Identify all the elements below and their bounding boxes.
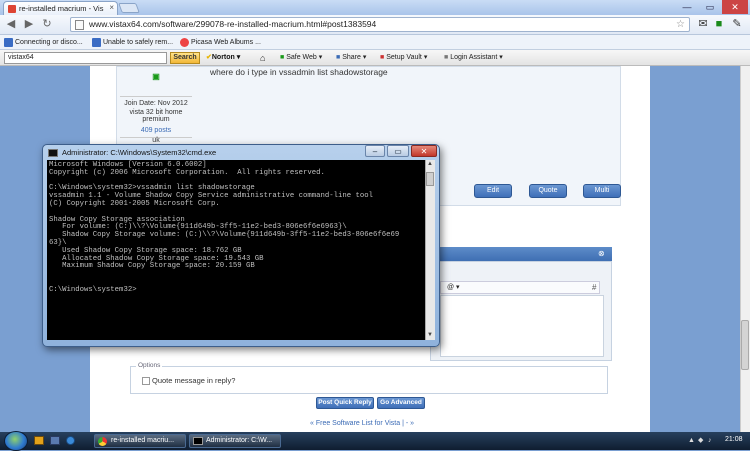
page-scrollbar[interactable] [740, 66, 750, 433]
home-icon[interactable]: ⌂ [260, 52, 265, 64]
page-icon [75, 20, 84, 30]
new-tab-button[interactable] [118, 3, 140, 13]
editor-toolbar: @ ▾ [440, 281, 600, 294]
cmd-scrollbar[interactable] [425, 160, 435, 340]
cmd-scroll-down-icon[interactable]: ▼ [427, 332, 433, 338]
norton-search-button[interactable]: Search [170, 52, 200, 64]
safe-web-button[interactable]: ■ Safe Web ▾ [280, 52, 322, 64]
cmd-maximize-button[interactable]: ▭ [387, 145, 409, 157]
cmd-line: Shadow Copy Storage volume: (C:)\\?\Volu… [49, 231, 400, 240]
extension-icon-2[interactable]: ■ [712, 17, 726, 31]
tray-volume-icon[interactable]: ♪ [708, 437, 716, 445]
cmd-output: Microsoft Windows [Version 6.0.6002] Copy… [47, 160, 425, 297]
picasa-icon [180, 37, 189, 47]
bookmark-item[interactable]: Unable to safely rem... [92, 37, 173, 48]
norton-brand-button[interactable]: ✔Norton ▾ [206, 52, 240, 64]
online-status-icon: ▣ [152, 72, 160, 81]
smilie-icon[interactable]: @ ▾ [447, 284, 460, 291]
user-os: vista 32 bit home premium [129, 109, 183, 123]
start-button[interactable] [4, 431, 28, 451]
bookmark-item[interactable]: Connecting or disco... [4, 37, 83, 48]
quote-button[interactable]: Quote [529, 184, 567, 198]
tab-close-icon[interactable]: × [109, 3, 114, 12]
taskbar-item-chrome[interactable]: re-installed macriu... [94, 434, 186, 448]
editor-expand-icon[interactable]: # [592, 283, 596, 292]
go-advanced-button[interactable]: Go Advanced [377, 397, 425, 409]
cmd-line: Copyright (c) 2006 Microsoft Corporation… [49, 168, 325, 177]
minimize-button[interactable]: — [676, 0, 698, 14]
forward-icon[interactable]: ▶ [22, 17, 36, 31]
tab-favicon-icon [8, 5, 16, 14]
cmd-line [49, 271, 423, 279]
bookmark-favicon-icon [4, 37, 13, 47]
wrench-menu-icon[interactable]: ✎ [730, 17, 744, 31]
cmd-taskbar-icon [193, 437, 203, 445]
show-desktop-icon[interactable] [50, 436, 60, 445]
tray-security-icon[interactable]: ◆ [698, 437, 706, 445]
post-count-link[interactable]: 409 posts [118, 127, 194, 134]
bookmark-item[interactable]: Picasa Web Albums ... [180, 37, 261, 48]
setup-vault-button[interactable]: ■ Setup Vault ▾ [380, 52, 427, 64]
post-message: where do i type in vssadmin list shadows… [210, 67, 388, 77]
reload-icon[interactable]: ↻ [40, 17, 54, 31]
tab-title: re-installed macrium - Vis [19, 4, 104, 13]
edit-button[interactable]: Edit [474, 184, 512, 198]
cmd-scroll-up-icon[interactable]: ▲ [427, 161, 433, 167]
maximize-button[interactable]: ▭ [699, 0, 721, 14]
share-button[interactable]: ■ Share ▾ [336, 52, 366, 64]
post-quick-reply-button[interactable]: Post Quick Reply [316, 397, 374, 409]
user-location: uk [152, 137, 160, 144]
thread-nav-link[interactable]: « Free Software List for Vista | - » [310, 420, 414, 427]
close-window-button[interactable]: ✕ [722, 0, 748, 14]
cmd-line: C:\Windows\system32> [49, 285, 137, 294]
extension-icon[interactable]: ✉ [696, 17, 710, 31]
multi-quote-button[interactable]: Multi [583, 184, 621, 198]
chrome-icon [98, 437, 107, 446]
ie-icon[interactable] [66, 436, 75, 445]
url-text: www.vistax64.com/software/299078-re-inst… [89, 19, 377, 29]
cmd-scrollbar-thumb[interactable] [426, 172, 434, 186]
back-icon[interactable]: ◀ [4, 17, 18, 31]
quote-message-label: Quote message in reply? [152, 376, 236, 385]
taskbar-clock: 21:08 [725, 436, 743, 443]
divider [120, 96, 192, 97]
page-scrollbar-thumb[interactable] [741, 320, 749, 370]
cmd-minimize-button[interactable]: – [365, 145, 385, 157]
quick-reply-header [430, 247, 612, 261]
collapse-icon[interactable]: ⊗ [598, 249, 605, 258]
cmd-icon [48, 149, 58, 157]
cmd-window-title: Administrator: C:\Windows\System32\cmd.e… [62, 148, 217, 157]
cmd-line: (C) Copyright 2001-2005 Microsoft Corp. [49, 199, 220, 208]
quote-message-checkbox[interactable] [142, 377, 150, 385]
browser-tab[interactable]: re-installed macrium - Vis × [3, 1, 118, 15]
folder-icon[interactable] [34, 436, 44, 445]
bookmark-favicon-icon [92, 37, 101, 47]
address-bar[interactable]: www.vistax64.com/software/299078-re-inst… [70, 17, 690, 32]
cmd-close-button[interactable]: ✕ [411, 145, 437, 157]
bookmark-star-icon[interactable]: ☆ [676, 18, 685, 31]
options-legend: Options [136, 362, 163, 369]
reply-textarea[interactable] [440, 295, 604, 357]
norton-search-input[interactable]: vistax64 [4, 52, 167, 64]
cmd-line: Maximum Shadow Copy Storage space: 20.15… [49, 262, 255, 271]
login-assistant-button[interactable]: ■ Login Assistant ▾ [444, 52, 503, 64]
join-date: Join Date: Nov 2012 [124, 100, 188, 107]
tray-network-icon[interactable]: ▲ [688, 437, 696, 445]
cmd-console[interactable]: Microsoft Windows [Version 6.0.6002] Copy… [47, 160, 425, 340]
